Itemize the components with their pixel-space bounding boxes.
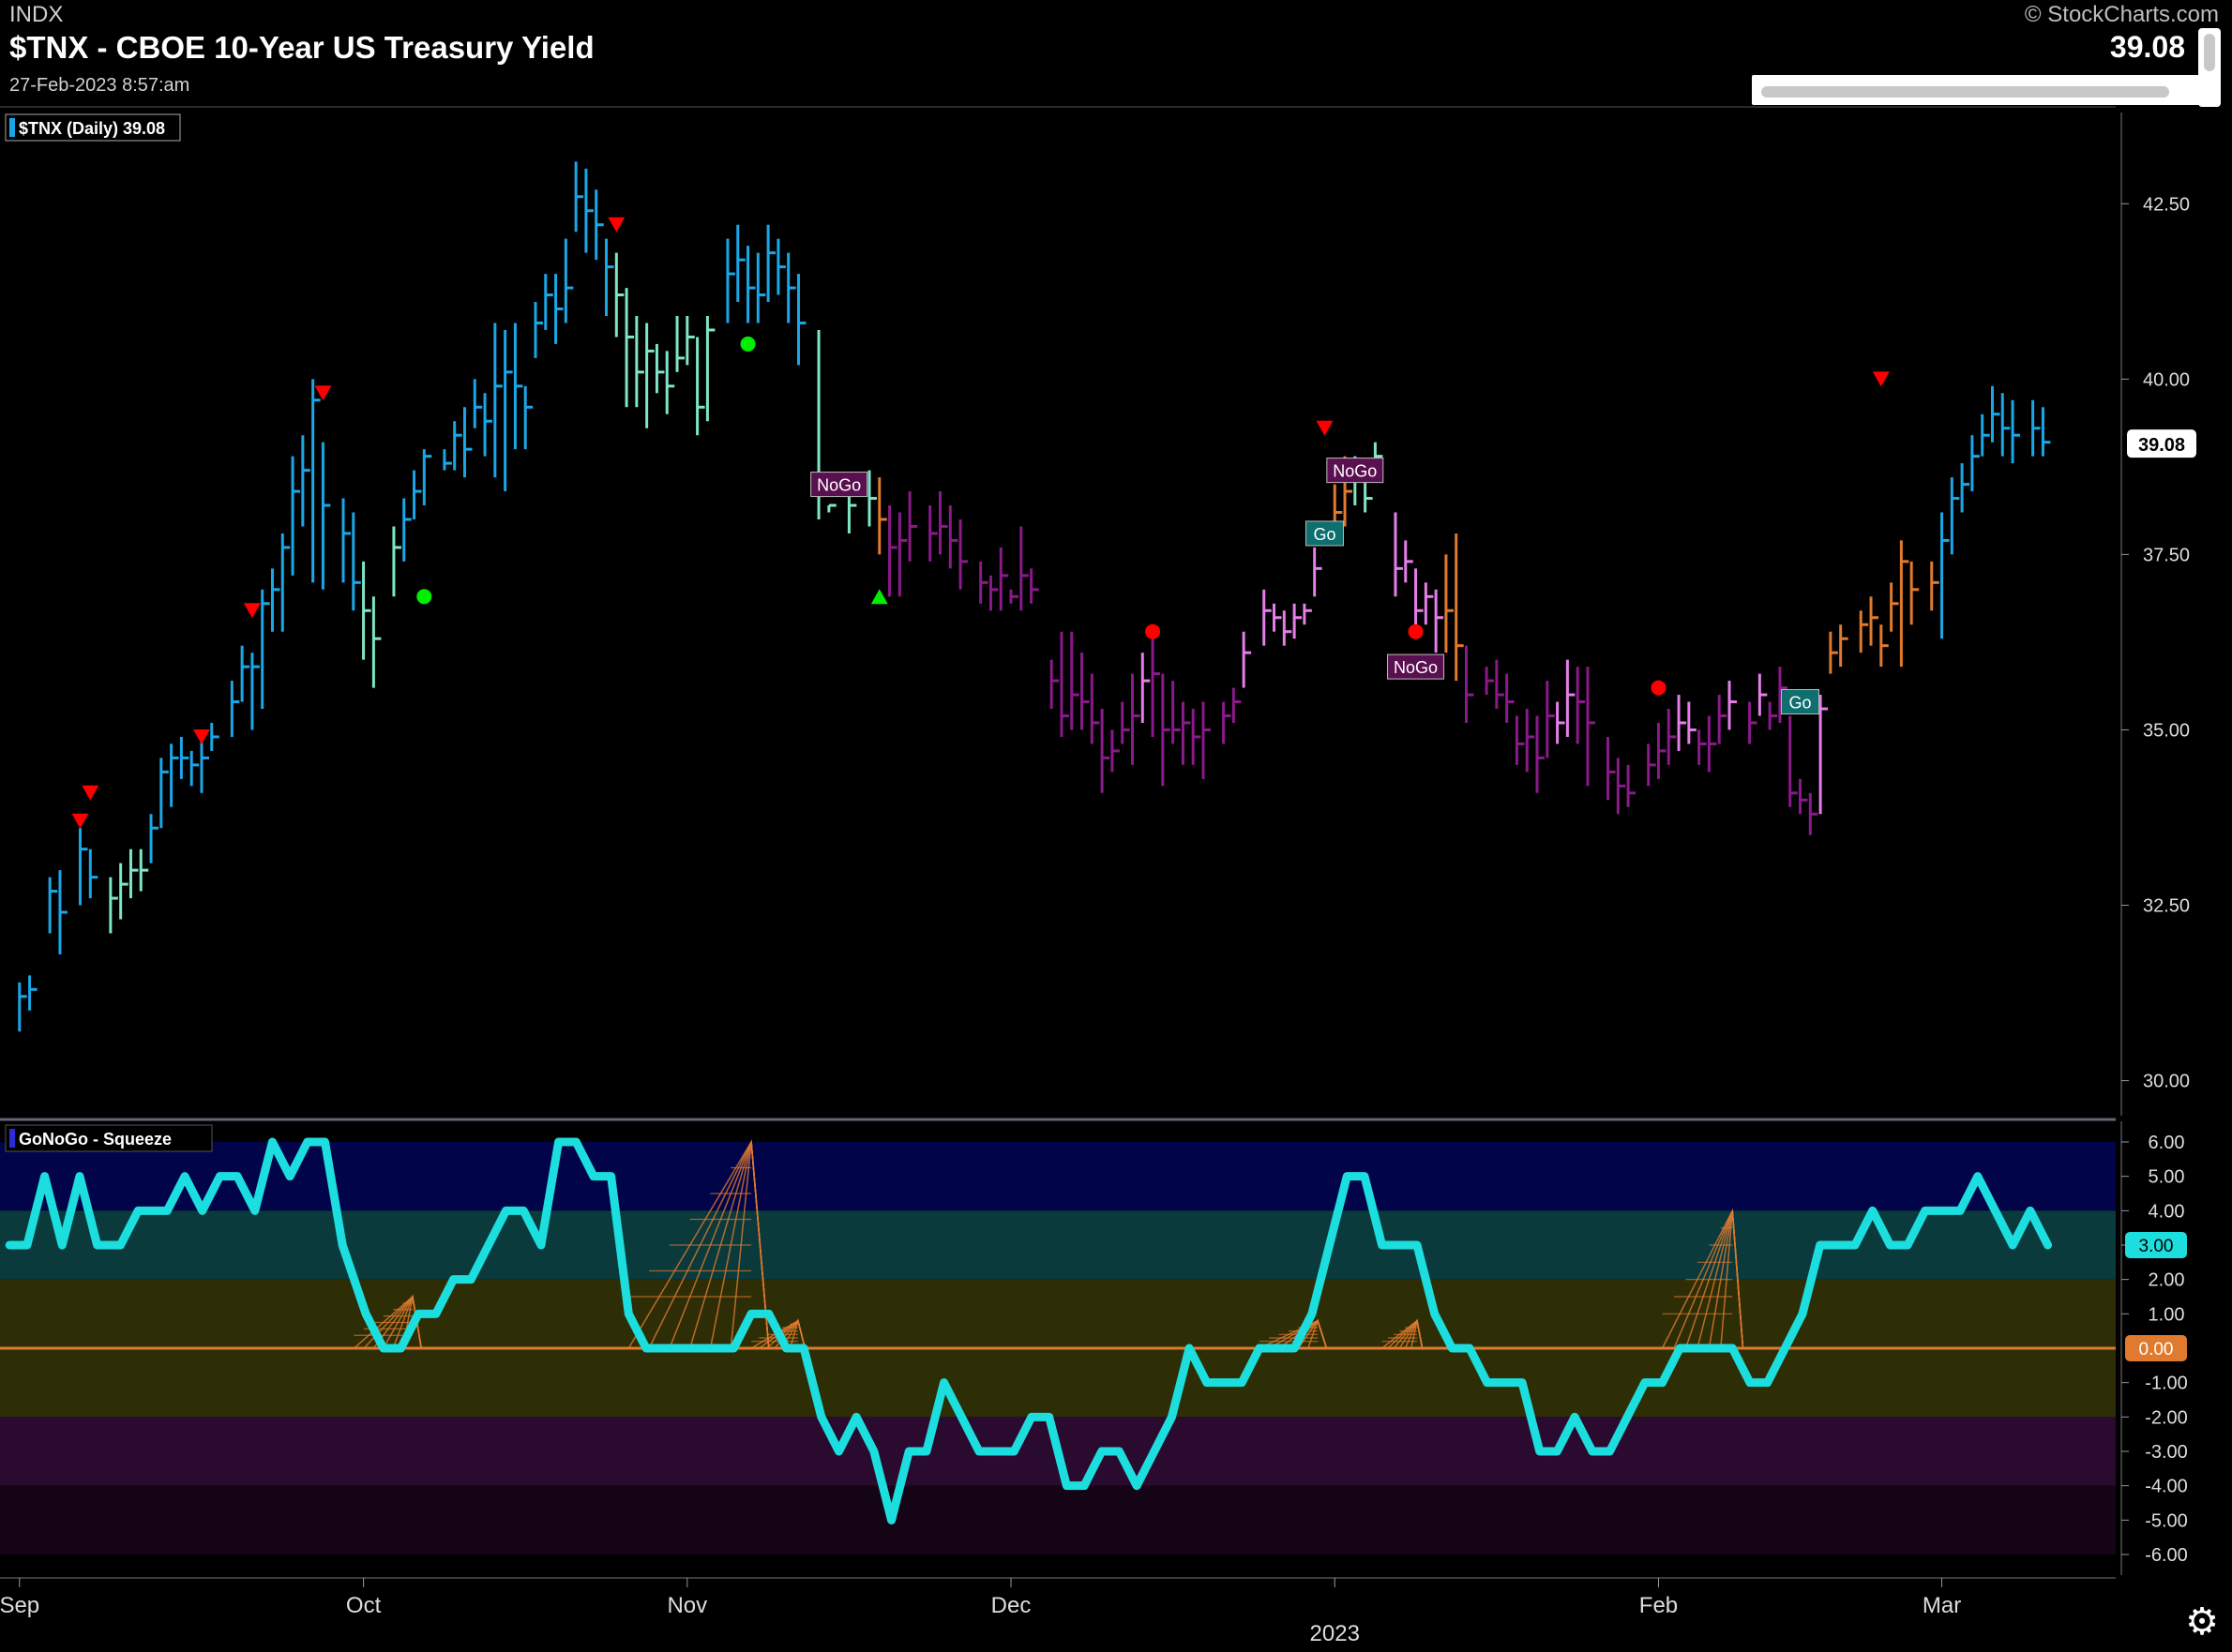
price-y-tick-label: 37.50 bbox=[2143, 545, 2190, 565]
osc-band bbox=[0, 1485, 2116, 1554]
osc-band bbox=[0, 1142, 2116, 1211]
oscillator-panel: -6.00 -5.00 -4.00 -3.00 -2.00 -1.00 1.00 2.00 3.… bbox=[0, 1118, 2188, 1575]
go-label: Go bbox=[1781, 689, 1820, 715]
x-year-label: 2023 bbox=[1310, 1621, 1360, 1646]
go-label: Go bbox=[1305, 520, 1344, 547]
osc-y-tick-label: -2.00 bbox=[2145, 1407, 2188, 1428]
x-tick-label: Feb bbox=[1639, 1593, 1678, 1618]
last-value-tag: 39.08 bbox=[2127, 429, 2196, 458]
osc-bottom-fill bbox=[0, 1554, 2116, 1575]
tag-text: Go bbox=[1788, 694, 1811, 713]
osc-zero-text: 0.00 bbox=[2139, 1340, 2174, 1359]
price-y-tick-label: 42.50 bbox=[2143, 194, 2190, 215]
osc-y-tick-label: 6.00 bbox=[2149, 1133, 2185, 1153]
x-tick-label: Dec bbox=[991, 1593, 1032, 1618]
price-panel: 30.00 32.50 35.00 37.50 40.00 42.50 NoGo Go NoGo… bbox=[0, 106, 2196, 1116]
price-y-tick-label: 40.00 bbox=[2143, 369, 2190, 390]
tag-text: NoGo bbox=[817, 476, 861, 495]
osc-band bbox=[0, 1348, 2116, 1418]
signal-dot bbox=[740, 336, 756, 352]
price-y-tick-label: 35.00 bbox=[2143, 720, 2190, 741]
osc-y-tick-label: -5.00 bbox=[2145, 1510, 2188, 1531]
osc-band bbox=[0, 1210, 2116, 1280]
last-value-text: 39.08 bbox=[2138, 435, 2185, 456]
gear-icon[interactable]: ⚙ bbox=[2181, 1601, 2223, 1643]
signal-dot bbox=[1145, 623, 1161, 639]
signal-dot bbox=[1408, 623, 1424, 639]
price-y-tick-label: 30.00 bbox=[2143, 1072, 2190, 1092]
osc-legend: GoNoGo - Squeeze bbox=[5, 1124, 213, 1152]
tag-text: Go bbox=[1313, 525, 1335, 544]
price-plot-area bbox=[0, 107, 2116, 1116]
osc-y-tick-label: -3.00 bbox=[2145, 1442, 2188, 1463]
chart-canvas: 30.0032.5035.0037.5040.0042.50NoGoGoNoGo… bbox=[0, 106, 2196, 1646]
osc-last-value-tag: 3.00 bbox=[2125, 1232, 2187, 1258]
osc-y-tick-label: -1.00 bbox=[2145, 1374, 2188, 1394]
osc-y-tick-label: -6.00 bbox=[2145, 1545, 2188, 1566]
osc-legend-text: GoNoGo - Squeeze bbox=[19, 1130, 172, 1149]
osc-y-tick-label: -4.00 bbox=[2145, 1477, 2188, 1497]
price-y-tick-label: 32.50 bbox=[2143, 896, 2190, 917]
legend-swatch bbox=[9, 118, 15, 137]
osc-y-tick-label: 5.00 bbox=[2149, 1167, 2185, 1188]
x-axis: Sep Oct Nov Dec 2023 Feb Mar bbox=[0, 1577, 2116, 1646]
signal-dot bbox=[416, 589, 432, 605]
osc-zero-tag: 0.00 bbox=[2125, 1335, 2187, 1361]
osc-legend-swatch bbox=[9, 1129, 15, 1148]
nogo-label: NoGo bbox=[810, 472, 868, 498]
signal-dot bbox=[1651, 680, 1666, 696]
price-legend: $TNX (Daily) 39.08 bbox=[5, 113, 181, 142]
tag-text: NoGo bbox=[1333, 462, 1377, 481]
nogo-label: NoGo bbox=[1387, 653, 1445, 680]
x-tick-label: Sep bbox=[0, 1593, 39, 1618]
x-tick-label: Oct bbox=[346, 1593, 382, 1618]
osc-y-tick-label: 4.00 bbox=[2149, 1201, 2185, 1222]
x-tick-label: Nov bbox=[667, 1593, 707, 1618]
osc-y-tick-label: 1.00 bbox=[2149, 1304, 2185, 1325]
tag-text: NoGo bbox=[1394, 658, 1438, 677]
osc-last-value-text: 3.00 bbox=[2139, 1237, 2174, 1256]
legend-text: $TNX (Daily) 39.08 bbox=[19, 119, 165, 138]
osc-y-tick-label: 2.00 bbox=[2149, 1270, 2185, 1291]
x-tick-label: Mar bbox=[1923, 1593, 1961, 1618]
nogo-label: NoGo bbox=[1326, 458, 1384, 484]
